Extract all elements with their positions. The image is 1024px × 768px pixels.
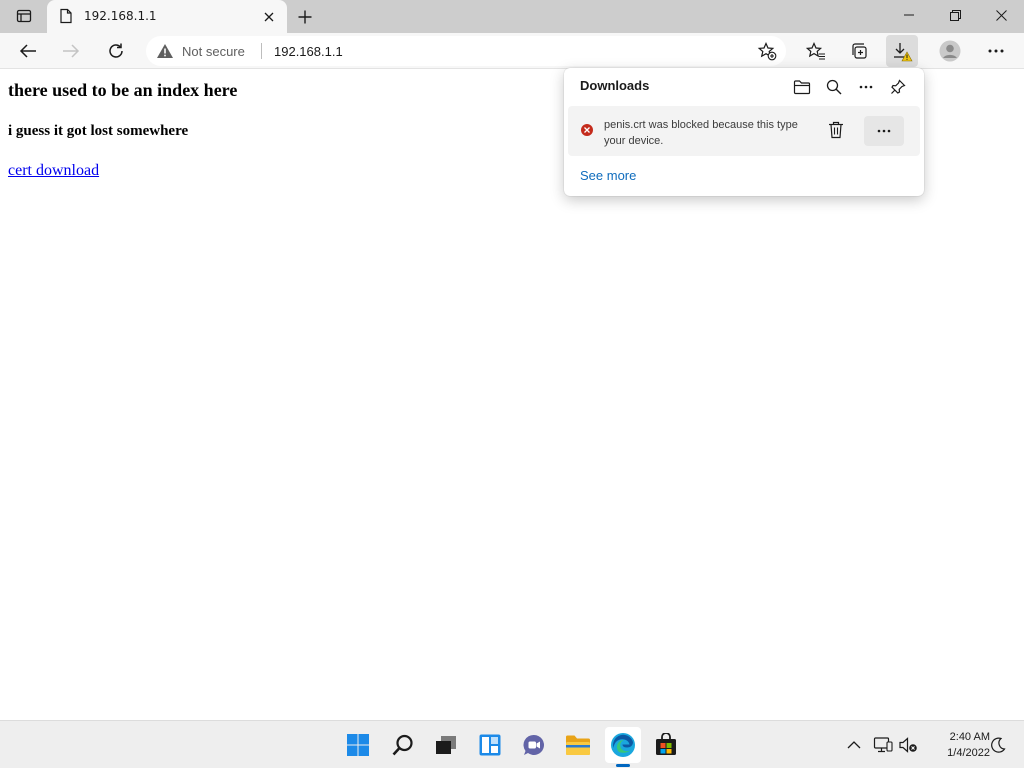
chat-icon[interactable]	[516, 727, 552, 763]
new-tab-icon[interactable]	[292, 4, 318, 30]
network-icon[interactable]	[871, 733, 895, 757]
show-hidden-icons-chevron-up-icon[interactable]	[842, 733, 866, 757]
minimize-icon[interactable]	[886, 0, 932, 30]
active-app-indicator	[616, 764, 630, 767]
tab-actions-icon[interactable]	[8, 4, 40, 28]
file-explorer-icon[interactable]	[560, 727, 596, 763]
tab-strip: 192.168.1.1	[0, 0, 1024, 33]
tab-title: 192.168.1.1	[84, 9, 157, 23]
profile-avatar[interactable]	[934, 35, 966, 67]
forward-icon[interactable]	[55, 35, 87, 67]
clock-time: 2:40 AM	[949, 731, 990, 743]
page-icon	[59, 8, 73, 28]
search-icon[interactable]	[385, 727, 421, 763]
restore-icon[interactable]	[932, 0, 978, 30]
clock[interactable]: 2:40 AM 1/4/2022	[926, 729, 990, 761]
refresh-icon[interactable]	[100, 35, 132, 67]
taskbar: 2:40 AM 1/4/2022	[0, 720, 1024, 768]
download-more-actions-icon[interactable]	[864, 116, 904, 146]
error-icon	[581, 124, 593, 136]
add-favorite-icon[interactable]	[754, 38, 780, 64]
downloads-title: Downloads	[580, 78, 650, 93]
clock-date: 1/4/2022	[947, 747, 990, 759]
downloads-icon[interactable]	[886, 35, 918, 67]
warning-icon[interactable]	[156, 43, 174, 63]
security-status[interactable]: Not secure	[182, 44, 245, 59]
search-icon[interactable]	[821, 74, 847, 100]
download-message: penis.crt was blocked because this type …	[604, 117, 810, 149]
page-heading: there used to be an index here	[8, 80, 238, 100]
download-message-line2: your device.	[604, 135, 664, 147]
close-window-icon[interactable]	[978, 0, 1024, 30]
more-options-icon[interactable]	[853, 74, 879, 100]
collections-icon[interactable]	[843, 35, 875, 67]
open-folder-icon[interactable]	[789, 74, 815, 100]
widgets-icon[interactable]	[472, 727, 508, 763]
close-tab-icon[interactable]	[259, 7, 279, 27]
browser-tab[interactable]: 192.168.1.1	[47, 0, 287, 33]
edge-icon[interactable]	[605, 727, 641, 763]
task-view-icon[interactable]	[428, 727, 464, 763]
focus-assist-moon-icon[interactable]	[986, 733, 1010, 757]
browser-toolbar: Not secure 192.168.1.1	[0, 33, 1024, 69]
page-subheading: i guess it got lost somewhere	[8, 123, 189, 139]
download-message-line1: penis.crt was blocked because this type	[604, 119, 798, 131]
downloads-panel: Downloads penis.crt was blocked because …	[564, 68, 924, 196]
volume-muted-icon[interactable]	[896, 733, 920, 757]
favorites-icon[interactable]	[800, 35, 832, 67]
delete-icon[interactable]	[824, 118, 848, 142]
see-more-link[interactable]: See more	[580, 168, 636, 183]
cert-download-link[interactable]: cert download	[8, 162, 99, 180]
settings-more-icon[interactable]	[980, 35, 1012, 67]
download-item[interactable]: penis.crt was blocked because this type …	[568, 106, 920, 156]
back-icon[interactable]	[12, 35, 44, 67]
url-text[interactable]: 192.168.1.1	[274, 44, 343, 59]
address-bar[interactable]: Not secure 192.168.1.1	[146, 36, 786, 66]
store-icon[interactable]	[648, 727, 684, 763]
address-divider	[261, 43, 262, 59]
start-icon[interactable]	[340, 727, 376, 763]
pin-icon[interactable]	[885, 74, 911, 100]
